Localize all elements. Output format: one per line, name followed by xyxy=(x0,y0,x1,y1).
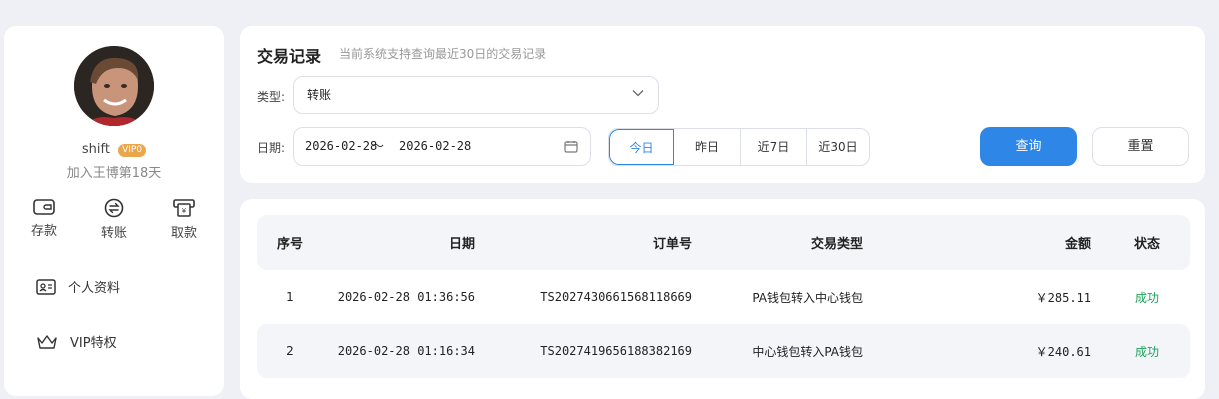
row-order-id: TS2027430661568118669 xyxy=(540,290,692,304)
page-title: 交易记录 xyxy=(257,47,322,66)
range-30days-button[interactable]: 近30日 xyxy=(807,129,869,165)
date-separator: ～ xyxy=(372,139,385,153)
reset-button[interactable]: 重置 xyxy=(1092,127,1189,166)
avatar-photo xyxy=(74,46,154,126)
row-date: 2026-02-28 01:16:34 xyxy=(337,344,475,358)
row-order-id: TS2027419656188382169 xyxy=(540,344,692,358)
transactions-table: 序号 日期 订单号 交易类型 金额 状态 1 2026-02-28 01:36:… xyxy=(240,199,1205,399)
row-amount: ￥285.11 xyxy=(1035,290,1091,305)
date-end[interactable]: 2026-02-28 xyxy=(399,128,471,165)
sidebar-item-profile-label: 个人资料 xyxy=(68,281,121,296)
avatar[interactable] xyxy=(74,46,154,126)
quick-actions: 存款 转账 ¥ 取款 xyxy=(24,198,204,241)
profile-card-icon xyxy=(36,278,56,295)
column-header-no: 序号 xyxy=(276,237,303,252)
row-date: 2026-02-28 01:36:56 xyxy=(337,290,475,304)
row-no: 2 xyxy=(286,344,294,358)
sidebar-item-vip-label: VIP特权 xyxy=(70,336,117,351)
crown-icon xyxy=(37,334,57,349)
type-select[interactable]: 转账 xyxy=(293,76,659,114)
column-header-date: 日期 xyxy=(448,237,475,252)
table-header: 序号 日期 订单号 交易类型 金额 状态 xyxy=(257,215,1190,270)
type-select-value: 转账 xyxy=(307,88,332,102)
username-row: shift VIP0 xyxy=(4,142,224,157)
query-button[interactable]: 查询 xyxy=(980,127,1077,166)
table-row: 1 2026-02-28 01:36:56 TS2027430661568118… xyxy=(257,270,1190,324)
join-days-text: 加入王博第18天 xyxy=(66,166,162,181)
date-label: 日期: xyxy=(257,141,286,155)
date-start[interactable]: 2026-02-28 xyxy=(305,128,377,165)
type-label: 类型: xyxy=(257,90,286,104)
row-type: 中心钱包转入PA钱包 xyxy=(752,344,863,359)
date-range-picker[interactable]: 2026-02-28 ～ 2026-02-28 xyxy=(293,127,591,166)
row-status: 成功 xyxy=(1134,290,1159,305)
chevron-down-icon xyxy=(632,90,644,97)
row-amount: ￥240.61 xyxy=(1035,344,1091,359)
filter-panel: 交易记录 当前系统支持查询最近30日的交易记录 类型: 转账 日期: 2026-… xyxy=(240,26,1205,183)
range-today-button[interactable]: 今日 xyxy=(609,129,674,165)
row-no: 1 xyxy=(286,290,294,304)
table-row: 2 2026-02-28 01:16:34 TS2027419656188382… xyxy=(257,324,1190,378)
row-type: PA钱包转入中心钱包 xyxy=(752,290,863,305)
withdraw-button[interactable]: ¥ 取款 xyxy=(164,198,204,241)
svg-text:¥: ¥ xyxy=(182,207,187,215)
column-header-amount: 金额 xyxy=(1064,237,1091,252)
calendar-icon xyxy=(564,141,578,153)
user-sidebar: shift VIP0 加入王博第18天 存款 转账 ¥ 取款 个人资料 VIP特… xyxy=(4,26,224,396)
column-header-order: 订单号 xyxy=(652,237,692,252)
range-yesterday-button[interactable]: 昨日 xyxy=(674,129,741,165)
deposit-button[interactable]: 存款 xyxy=(24,198,64,241)
vip-badge: VIP0 xyxy=(118,144,147,157)
page-subtitle: 当前系统支持查询最近30日的交易记录 xyxy=(339,47,547,61)
username: shift xyxy=(81,142,110,157)
transfer-button[interactable]: 转账 xyxy=(94,198,134,241)
sidebar-item-profile[interactable]: 个人资料 xyxy=(36,277,120,296)
sidebar-item-vip[interactable]: VIP特权 xyxy=(36,332,117,351)
transfer-icon xyxy=(104,198,124,218)
quick-range-selector: 今日 昨日 近7日 近30日 xyxy=(608,128,870,166)
row-status: 成功 xyxy=(1134,344,1159,359)
deposit-label: 存款 xyxy=(30,224,57,239)
withdraw-label: 取款 xyxy=(170,226,197,241)
transfer-label: 转账 xyxy=(100,226,127,241)
column-header-status: 状态 xyxy=(1133,237,1160,252)
withdraw-icon: ¥ xyxy=(173,199,195,217)
column-header-type: 交易类型 xyxy=(810,237,863,252)
wallet-icon xyxy=(33,199,55,215)
range-7days-button[interactable]: 近7日 xyxy=(741,129,807,165)
